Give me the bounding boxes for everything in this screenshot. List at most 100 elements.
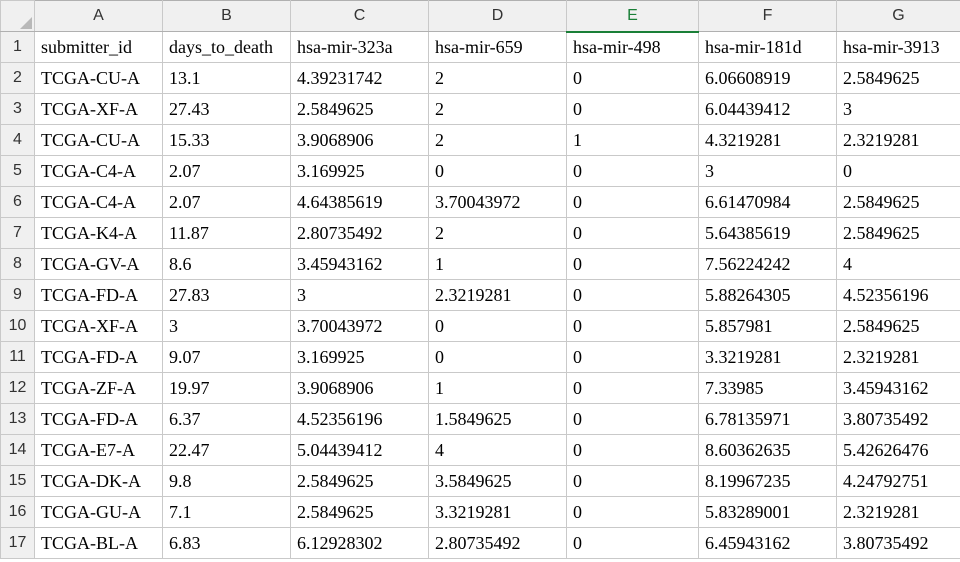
column-header-A[interactable]: A [35, 1, 163, 32]
cell[interactable]: 22.47 [163, 435, 291, 466]
cell[interactable]: 2.5849625 [837, 63, 960, 94]
select-all-corner[interactable] [1, 1, 35, 32]
row-header[interactable]: 5 [1, 156, 35, 187]
cell[interactable]: TCGA-FD-A [35, 342, 163, 373]
cell[interactable]: 6.04439412 [699, 94, 837, 125]
spreadsheet-grid[interactable]: A B C D E F G 1 submitter_id days_to_dea… [0, 0, 960, 559]
cell[interactable]: 4.24792751 [837, 466, 960, 497]
cell[interactable]: 2.80735492 [291, 218, 429, 249]
row-header[interactable]: 7 [1, 218, 35, 249]
row-header[interactable]: 14 [1, 435, 35, 466]
row-header[interactable]: 9 [1, 280, 35, 311]
cell[interactable]: 4 [837, 249, 960, 280]
row-header[interactable]: 6 [1, 187, 35, 218]
cell[interactable]: TCGA-E7-A [35, 435, 163, 466]
cell[interactable]: 2.5849625 [291, 94, 429, 125]
cell[interactable]: 3.5849625 [429, 466, 567, 497]
cell[interactable]: 0 [567, 249, 699, 280]
cell[interactable]: 2 [429, 63, 567, 94]
cell[interactable]: 6.78135971 [699, 404, 837, 435]
cell[interactable]: 3.169925 [291, 342, 429, 373]
cell[interactable]: 3.80735492 [837, 528, 960, 559]
column-header-C[interactable]: C [291, 1, 429, 32]
cell[interactable]: 2.3219281 [837, 497, 960, 528]
cell[interactable]: TCGA-XF-A [35, 311, 163, 342]
cell[interactable]: 0 [567, 311, 699, 342]
row-header[interactable]: 16 [1, 497, 35, 528]
row-header[interactable]: 15 [1, 466, 35, 497]
cell[interactable]: 6.06608919 [699, 63, 837, 94]
cell[interactable]: 3 [699, 156, 837, 187]
cell[interactable]: 0 [567, 497, 699, 528]
column-header-B[interactable]: B [163, 1, 291, 32]
cell[interactable]: 2.5849625 [291, 497, 429, 528]
cell[interactable]: 3.45943162 [837, 373, 960, 404]
cell[interactable]: TCGA-CU-A [35, 63, 163, 94]
cell[interactable]: 4.52356196 [291, 404, 429, 435]
cell[interactable]: 3.9068906 [291, 373, 429, 404]
cell[interactable]: 3.45943162 [291, 249, 429, 280]
cell[interactable]: TCGA-C4-A [35, 187, 163, 218]
row-header[interactable]: 10 [1, 311, 35, 342]
cell[interactable]: hsa-mir-659 [429, 32, 567, 63]
cell[interactable]: 13.1 [163, 63, 291, 94]
row-header[interactable]: 8 [1, 249, 35, 280]
cell[interactable]: 9.8 [163, 466, 291, 497]
cell[interactable]: TCGA-ZF-A [35, 373, 163, 404]
cell[interactable]: 1 [429, 249, 567, 280]
row-header[interactable]: 13 [1, 404, 35, 435]
cell[interactable]: 2.5849625 [291, 466, 429, 497]
cell[interactable]: 8.6 [163, 249, 291, 280]
cell[interactable]: 2.3219281 [837, 125, 960, 156]
cell[interactable]: 2.5849625 [837, 218, 960, 249]
cell[interactable]: submitter_id [35, 32, 163, 63]
row-header[interactable]: 17 [1, 528, 35, 559]
cell[interactable]: 7.33985 [699, 373, 837, 404]
cell[interactable]: 8.19967235 [699, 466, 837, 497]
cell[interactable]: 0 [429, 156, 567, 187]
column-header-D[interactable]: D [429, 1, 567, 32]
cell[interactable]: 0 [429, 311, 567, 342]
cell[interactable]: 2.3219281 [837, 342, 960, 373]
cell[interactable]: 9.07 [163, 342, 291, 373]
cell[interactable]: 3.9068906 [291, 125, 429, 156]
cell[interactable]: 3.80735492 [837, 404, 960, 435]
cell[interactable]: 4.64385619 [291, 187, 429, 218]
cell[interactable]: 15.33 [163, 125, 291, 156]
cell[interactable]: 2.5849625 [837, 311, 960, 342]
cell[interactable]: 1 [567, 125, 699, 156]
cell[interactable]: TCGA-CU-A [35, 125, 163, 156]
cell[interactable]: 7.1 [163, 497, 291, 528]
cell[interactable]: 6.45943162 [699, 528, 837, 559]
cell[interactable]: 0 [567, 528, 699, 559]
cell[interactable]: 0 [567, 466, 699, 497]
cell[interactable]: 3 [291, 280, 429, 311]
cell[interactable]: 0 [567, 156, 699, 187]
row-header[interactable]: 2 [1, 63, 35, 94]
column-header-G[interactable]: G [837, 1, 960, 32]
cell[interactable]: 2.80735492 [429, 528, 567, 559]
cell[interactable]: 0 [567, 63, 699, 94]
cell[interactable]: TCGA-BL-A [35, 528, 163, 559]
cell[interactable]: 5.88264305 [699, 280, 837, 311]
row-header[interactable]: 4 [1, 125, 35, 156]
cell[interactable]: 0 [567, 94, 699, 125]
column-header-E[interactable]: E [567, 1, 699, 32]
cell[interactable]: hsa-mir-323a [291, 32, 429, 63]
cell[interactable]: 2.5849625 [837, 187, 960, 218]
cell[interactable]: 8.60362635 [699, 435, 837, 466]
cell[interactable]: 0 [567, 435, 699, 466]
cell[interactable]: TCGA-K4-A [35, 218, 163, 249]
cell[interactable]: 2 [429, 94, 567, 125]
cell[interactable]: 1 [429, 373, 567, 404]
cell[interactable]: 3.3219281 [429, 497, 567, 528]
cell[interactable]: 0 [567, 373, 699, 404]
cell[interactable]: 3 [837, 94, 960, 125]
cell[interactable]: 4.52356196 [837, 280, 960, 311]
cell[interactable]: 0 [837, 156, 960, 187]
cell[interactable]: 0 [567, 280, 699, 311]
row-header[interactable]: 12 [1, 373, 35, 404]
cell[interactable]: 3.3219281 [699, 342, 837, 373]
cell[interactable]: 0 [567, 187, 699, 218]
cell[interactable]: 5.83289001 [699, 497, 837, 528]
